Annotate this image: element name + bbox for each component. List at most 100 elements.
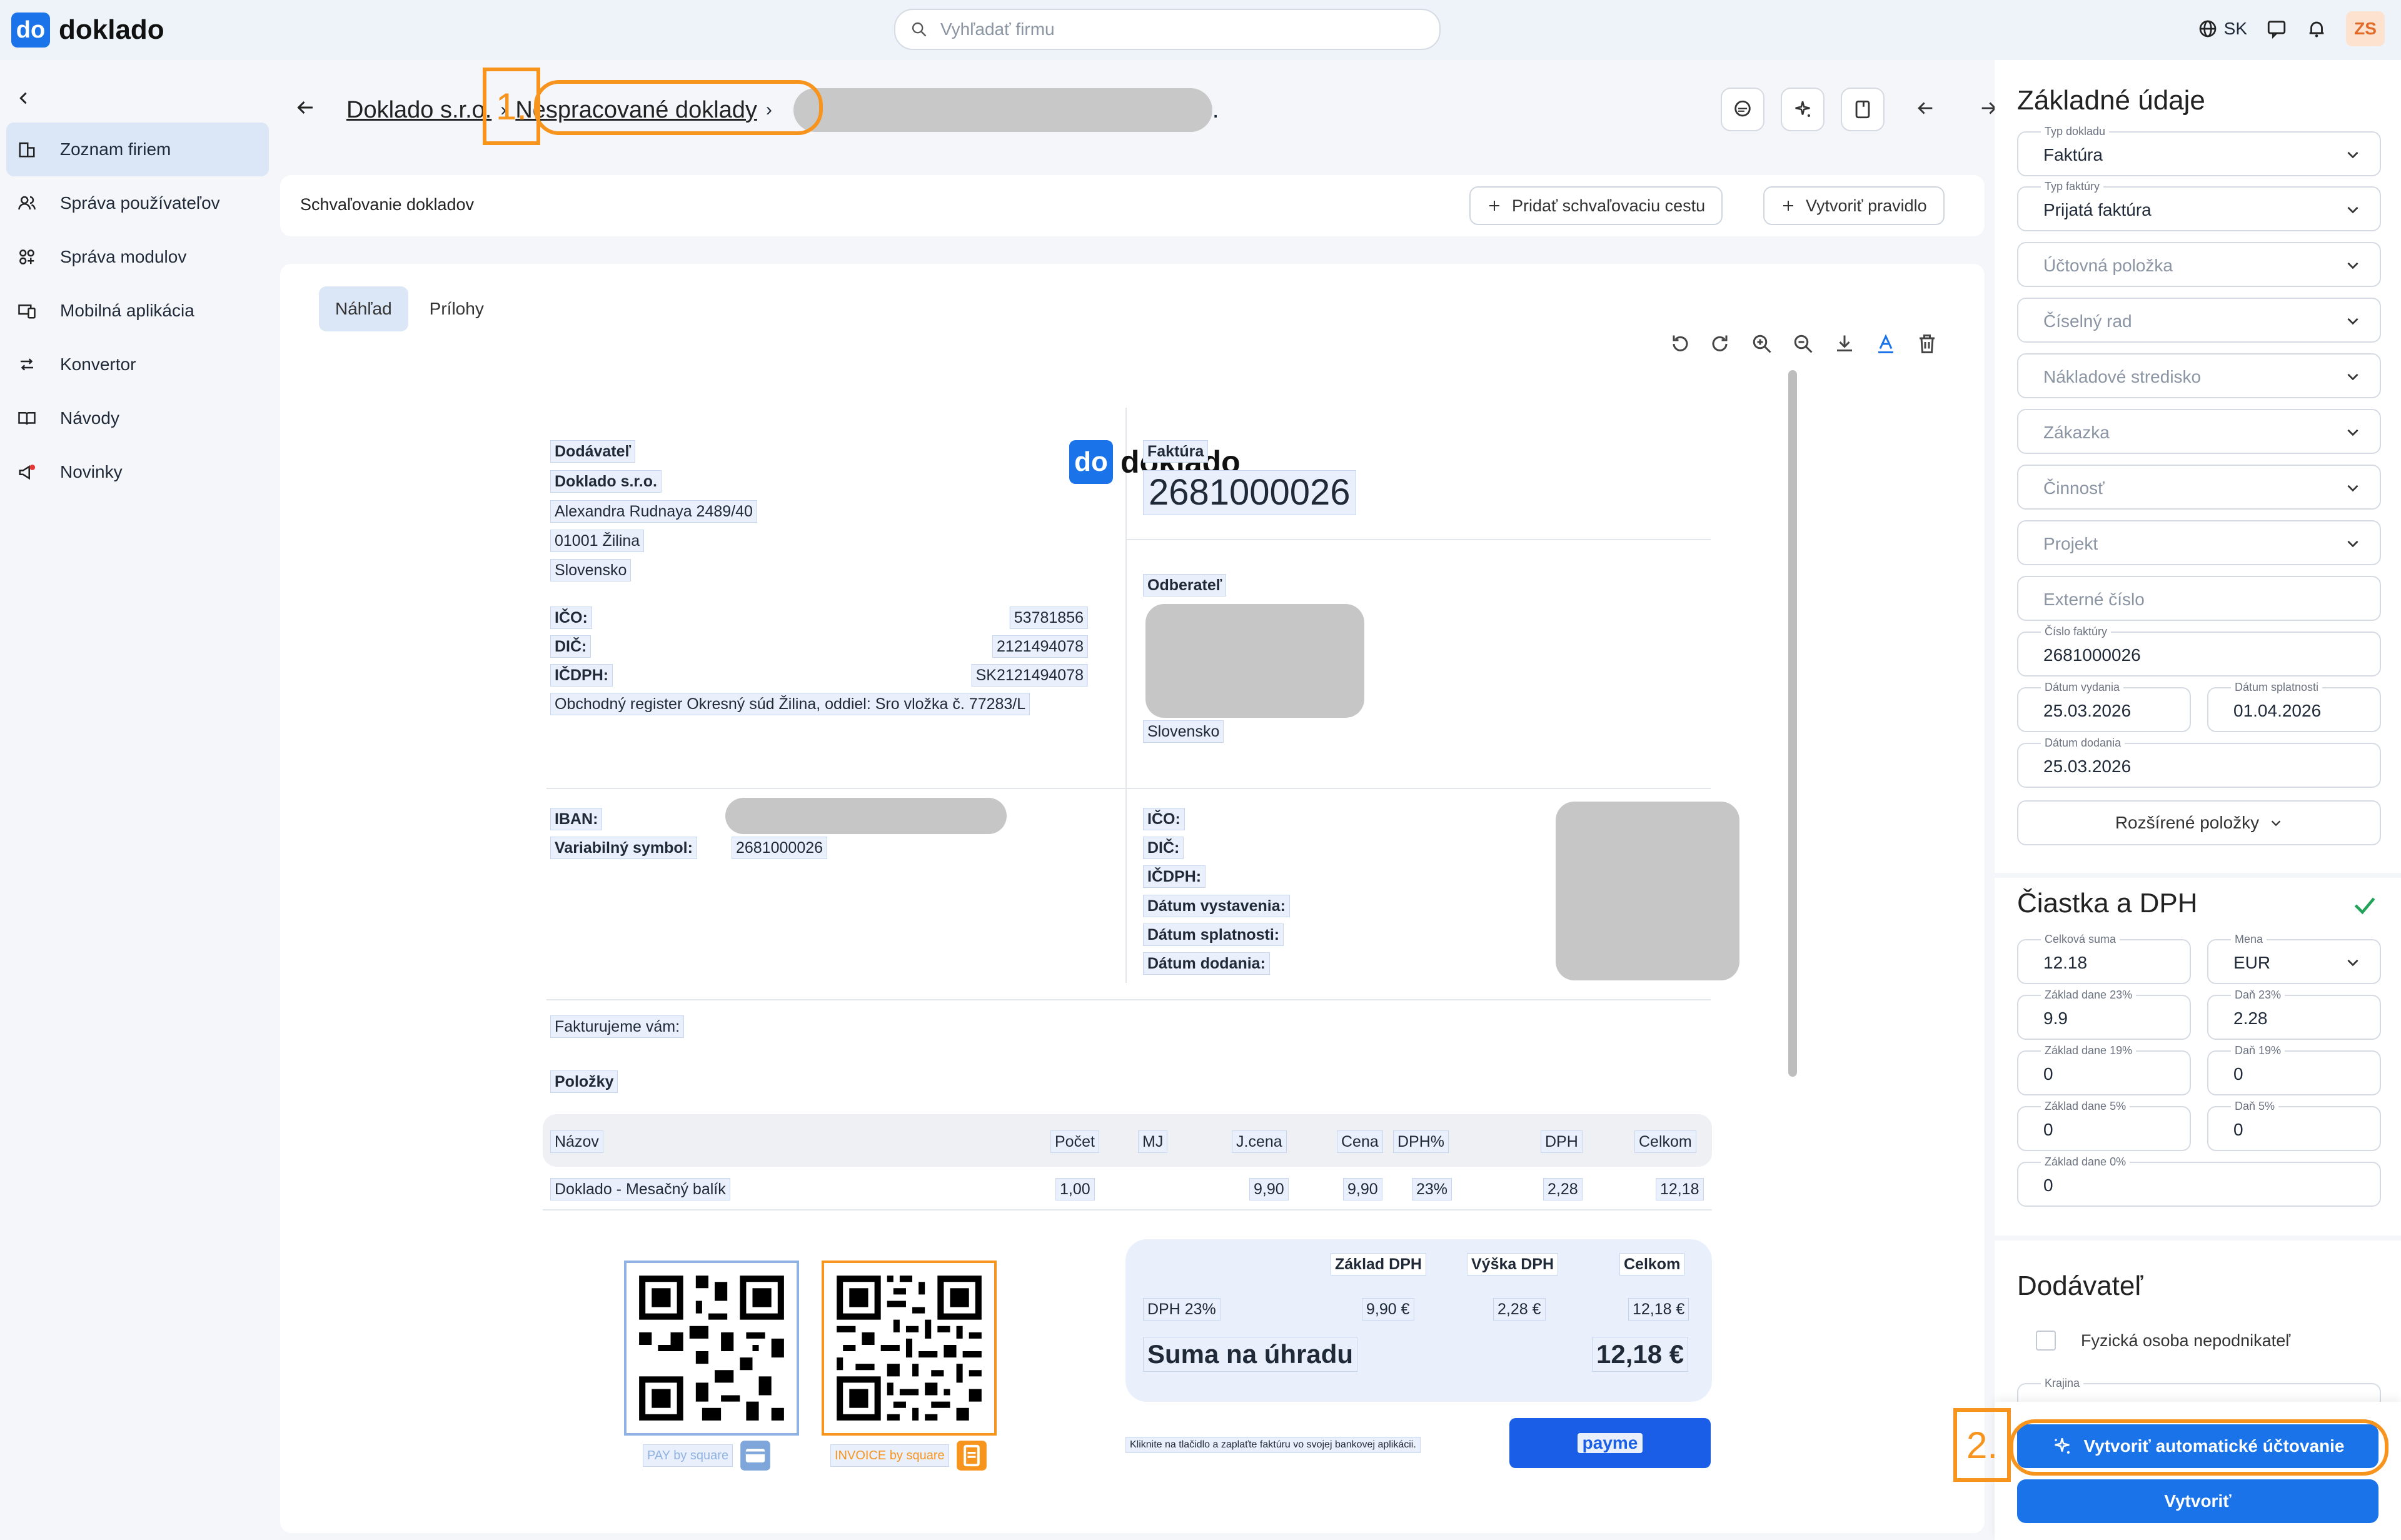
- iban-label: IBAN:: [550, 808, 603, 830]
- invoice-number-label: Číslo faktúry: [2041, 625, 2112, 638]
- invoice-logo-mark: do: [1069, 440, 1113, 484]
- collapse-sidebar-icon[interactable]: [15, 85, 33, 113]
- order-select[interactable]: Zákazka: [2017, 409, 2381, 454]
- base5-field[interactable]: Základ dane 5% 0: [2017, 1100, 2191, 1151]
- currency-select[interactable]: Mena EUR: [2207, 933, 2381, 984]
- breadcrumb-company[interactable]: Doklado s.r.o.: [346, 97, 491, 124]
- project-select[interactable]: Projekt: [2017, 520, 2381, 565]
- order-placeholder: Zákazka: [2043, 423, 2110, 442]
- trash-icon[interactable]: [1916, 333, 1938, 355]
- external-number-placeholder: Externé číslo: [2043, 590, 2145, 609]
- sidebar-item-news[interactable]: Novinky: [6, 445, 269, 499]
- checkbox-box[interactable]: [2036, 1331, 2056, 1351]
- payme-button[interactable]: payme: [1509, 1418, 1711, 1468]
- search-input[interactable]: [939, 19, 1417, 40]
- tab-preview[interactable]: Náhľad: [319, 286, 408, 331]
- external-number-field[interactable]: Externé číslo: [2017, 576, 2381, 621]
- chat-icon[interactable]: [2266, 18, 2287, 39]
- extended-items-button[interactable]: Rozšírené položky: [2017, 800, 2381, 845]
- bell-icon[interactable]: [2306, 18, 2327, 39]
- base0-field[interactable]: Základ dane 0% 0: [2017, 1155, 2381, 1207]
- annotation-highlight-breadcrumb: [534, 80, 823, 135]
- language-switch[interactable]: SK: [2198, 19, 2247, 39]
- app-logo[interactable]: do doklado: [11, 13, 164, 48]
- items-header-row: [543, 1114, 1712, 1167]
- text-layer-icon[interactable]: [1875, 333, 1897, 355]
- previous-document-icon[interactable]: [1915, 98, 1936, 122]
- company-search[interactable]: [894, 9, 1441, 50]
- create-rule-button[interactable]: Vytvoriť pravidlo: [1763, 186, 1945, 225]
- dic-value: 2121494078: [992, 635, 1088, 658]
- due-date-value: 01.04.2026: [2233, 701, 2322, 720]
- activity-placeholder: Činnosť: [2043, 478, 2105, 498]
- rotate-right-icon[interactable]: [1709, 333, 1732, 355]
- chevron-down-icon: [2347, 429, 2358, 436]
- vat5-label: Daň 5%: [2231, 1100, 2279, 1113]
- doc-type-select[interactable]: Typ dokladu Faktúra: [2017, 125, 2381, 176]
- pay-by-square-label: PAY by square: [643, 1444, 733, 1467]
- vat5-field[interactable]: Daň 5% 0: [2207, 1100, 2381, 1151]
- issue-date-value: 25.03.2026: [2043, 701, 2132, 720]
- issue-date-field[interactable]: Dátum vydania 25.03.2026: [2017, 681, 2191, 732]
- base23-label: Základ dane 23%: [2041, 989, 2137, 1002]
- due-date-field[interactable]: Dátum splatnosti 01.04.2026: [2207, 681, 2381, 732]
- cost-center-select[interactable]: Nákladové stredisko: [2017, 353, 2381, 398]
- summary-col-vat: Výška DPH: [1467, 1253, 1559, 1276]
- natural-person-checkbox[interactable]: Fyzická osoba nepodnikateľ: [2036, 1331, 2290, 1351]
- extended-items-label: Rozšírené položky: [2115, 813, 2260, 832]
- customer-country: Slovensko: [1143, 720, 1224, 743]
- download-icon[interactable]: [1833, 333, 1856, 355]
- sidebar-item-modules[interactable]: Správa modulov: [6, 230, 269, 284]
- rotate-left-icon[interactable]: [1668, 333, 1691, 355]
- chevron-down-icon: [2347, 959, 2358, 967]
- sidebar-item-mobile[interactable]: Mobilná aplikácia: [6, 284, 269, 338]
- invoice-number-field[interactable]: Číslo faktúry 2681000026: [2017, 625, 2381, 677]
- item-price: 9,90: [1343, 1178, 1382, 1200]
- modules-icon: [15, 245, 39, 269]
- pay-by-square: PAY by square: [643, 1439, 772, 1472]
- due-date-label: Dátum splatnosti:: [1143, 923, 1284, 946]
- sidebar-item-guides[interactable]: Návody: [6, 391, 269, 445]
- cost-center-placeholder: Nákladové stredisko: [2043, 367, 2202, 386]
- base19-field[interactable]: Základ dane 19% 0: [2017, 1044, 2191, 1095]
- total-amount-field[interactable]: Celková suma 12.18: [2017, 933, 2191, 984]
- col-vat-pct: DPH%: [1393, 1130, 1449, 1153]
- sidebar-item-converter[interactable]: Konvertor: [6, 338, 269, 391]
- summary-vat-rate: DPH 23%: [1143, 1298, 1221, 1321]
- plus-icon: [1489, 201, 1499, 211]
- avatar[interactable]: ZS: [2346, 11, 2385, 46]
- annotation-marker-1: 1.: [483, 68, 540, 145]
- sidebar-item-label: Správa používateľov: [60, 193, 220, 213]
- supplier-title: Dodávateľ: [2017, 1271, 2143, 1301]
- summary-col-total: Celkom: [1619, 1253, 1685, 1276]
- vat23-field[interactable]: Daň 23% 2.28: [2207, 989, 2381, 1040]
- zoom-in-icon[interactable]: [1751, 333, 1773, 355]
- number-series-select[interactable]: Číselný rad: [2017, 298, 2381, 343]
- item-vat-pct: 23%: [1412, 1178, 1452, 1200]
- document-info-button[interactable]: [1841, 88, 1885, 131]
- chevron-down-icon: [2271, 820, 2281, 827]
- zoom-out-icon[interactable]: [1792, 333, 1815, 355]
- add-approval-path-button[interactable]: Pridať schvaľovaciu cestu: [1469, 186, 1723, 225]
- base23-field[interactable]: Základ dane 23% 9.9: [2017, 989, 2191, 1040]
- comments-button[interactable]: [1721, 88, 1764, 131]
- activity-select[interactable]: Činnosť: [2017, 465, 2381, 510]
- viewer-scrollbar[interactable]: [1788, 370, 1797, 1077]
- back-arrow-icon[interactable]: [294, 96, 316, 124]
- project-placeholder: Projekt: [2043, 534, 2098, 553]
- supplier-name: Doklado s.r.o.: [550, 470, 662, 493]
- accounting-item-select[interactable]: Účtovná položka: [2017, 242, 2381, 287]
- sidebar-item-companies[interactable]: Zoznam firiem: [6, 123, 269, 176]
- logo-text: doklado: [59, 14, 164, 45]
- col-price: Cena: [1337, 1130, 1383, 1153]
- ai-magic-button[interactable]: [1781, 88, 1825, 131]
- sidebar-item-users[interactable]: Správa používateľov: [6, 176, 269, 230]
- customer-heading: Odberateľ: [1143, 574, 1227, 596]
- create-button[interactable]: Vytvoriť: [2017, 1479, 2378, 1523]
- create-rule-label: Vytvoriť pravidlo: [1806, 196, 1927, 215]
- invoice-type-select[interactable]: Typ faktúry Prijatá faktúra: [2017, 180, 2381, 231]
- customer-dic-label: DIČ:: [1143, 837, 1184, 859]
- tab-attachments[interactable]: Prílohy: [413, 286, 500, 331]
- delivery-date-field[interactable]: Dátum dodania 25.03.2026: [2017, 737, 2381, 788]
- vat19-field[interactable]: Daň 19% 0: [2207, 1044, 2381, 1095]
